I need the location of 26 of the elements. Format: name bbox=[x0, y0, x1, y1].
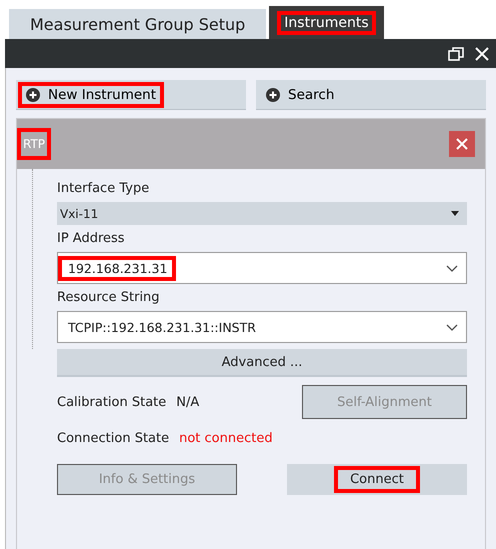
connection-label: Connection State bbox=[57, 431, 170, 446]
close-icon bbox=[456, 138, 468, 150]
restore-icon[interactable] bbox=[448, 46, 464, 62]
advanced-button[interactable]: Advanced ... bbox=[57, 349, 467, 377]
field-label: Resource String bbox=[57, 290, 161, 305]
close-icon[interactable] bbox=[474, 46, 490, 62]
instrument-name: RTP bbox=[17, 128, 52, 160]
tab[interactable]: Measurement Group Setup bbox=[9, 9, 266, 39]
combo-box[interactable]: TCPIP::192.168.231.31::INSTR bbox=[57, 311, 467, 343]
field-label: Interface Type bbox=[57, 181, 150, 196]
tab[interactable]: Instruments bbox=[269, 6, 384, 39]
calibration-label: Calibration State bbox=[57, 394, 166, 410]
chevron-down-icon bbox=[446, 264, 458, 272]
chevron-down-icon bbox=[446, 324, 458, 330]
remove-button[interactable] bbox=[449, 131, 475, 157]
field-label: IP Address bbox=[57, 231, 126, 246]
toolbar-button[interactable]: New Instrument bbox=[16, 80, 246, 110]
plus-icon bbox=[26, 88, 40, 102]
connection-value: not connected bbox=[179, 431, 273, 446]
plus-icon bbox=[266, 88, 280, 102]
dropdown[interactable]: Vxi-11 bbox=[57, 202, 467, 225]
combo-box[interactable]: 192.168.231.31 bbox=[57, 252, 467, 284]
connect-button[interactable]: Connect bbox=[287, 464, 467, 495]
toolbar-button[interactable]: Search bbox=[256, 80, 486, 110]
calibration-value: N/A bbox=[176, 394, 200, 410]
dropdown-arrow-icon bbox=[451, 211, 459, 216]
